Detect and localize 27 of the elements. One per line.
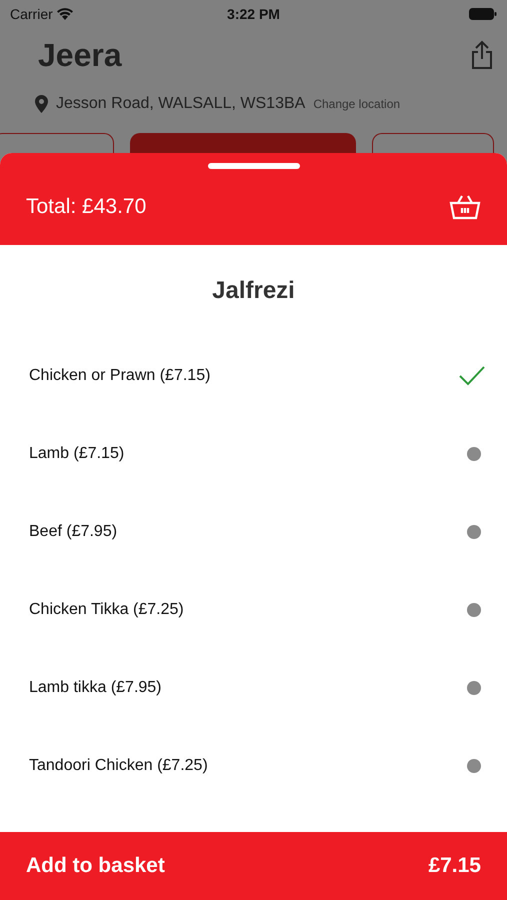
option-label: Lamb (£7.15) [29, 444, 124, 464]
total-label: Total: £43.70 [26, 194, 146, 220]
option-row[interactable]: Beef (£7.95) [0, 493, 507, 571]
share-icon[interactable] [471, 40, 493, 70]
option-label: Lamb tikka (£7.95) [29, 678, 162, 698]
option-label: Chicken or Prawn (£7.15) [29, 366, 210, 386]
option-label: Tandoori Chicken (£7.25) [29, 756, 208, 776]
basket-icon[interactable] [449, 194, 481, 220]
option-label: Beef (£7.95) [29, 522, 118, 542]
option-row[interactable]: Lamb (£7.15) [0, 415, 507, 493]
dish-title: Jalfrezi [212, 276, 295, 306]
option-row[interactable]: Chicken Tikka (£7.25) [0, 571, 507, 649]
location-pin-icon [35, 95, 48, 113]
category-chip[interactable] [0, 133, 114, 153]
option-row[interactable]: Lamb tikka (£7.95) [0, 649, 507, 727]
battery-icon [468, 8, 497, 20]
add-to-basket-button[interactable]: Add to basket £7.15 [0, 832, 507, 900]
drag-handle[interactable] [208, 163, 300, 169]
status-time: 3:22 PM [227, 4, 280, 24]
option-row[interactable]: Tandoori Chicken (£7.25) [0, 727, 507, 805]
restaurant-title: Jeera [38, 36, 122, 75]
carrier-label: Carrier [10, 4, 53, 24]
address-text: Jesson Road, WALSALL, WS13BA [56, 94, 306, 114]
option-label: Chicken Tikka (£7.25) [29, 600, 184, 620]
option-row[interactable]: Chicken or Prawn (£7.15) [0, 337, 507, 415]
wifi-icon [56, 8, 73, 20]
category-chip[interactable] [372, 133, 494, 153]
